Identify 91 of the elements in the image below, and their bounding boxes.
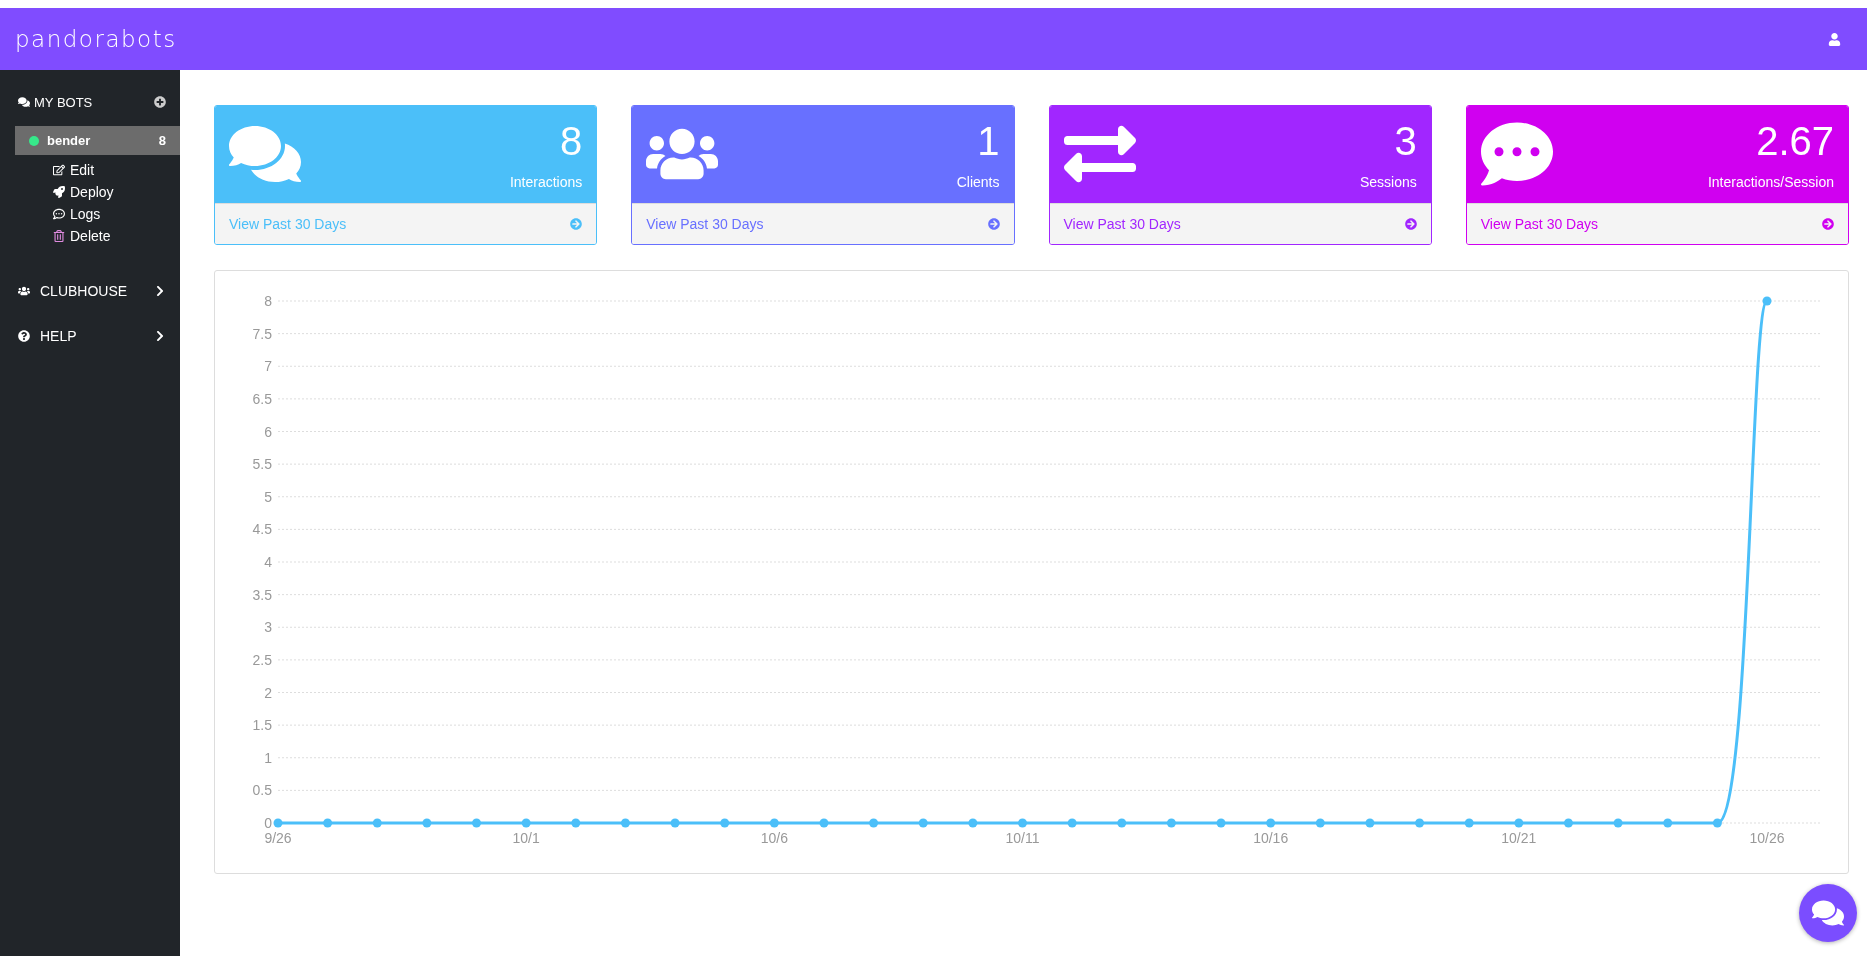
logo[interactable]: pandorabots (15, 26, 177, 52)
x-tick-label: 10/26 (1749, 830, 1785, 846)
stat-value: 8 (560, 118, 583, 164)
bot-action-link[interactable]: Logs (0, 203, 180, 225)
bot-count: 8 (158, 133, 166, 148)
add-icon[interactable] (154, 96, 166, 108)
data-point (273, 818, 283, 828)
y-tick-label: 6.5 (252, 390, 272, 407)
data-point (1712, 818, 1722, 828)
comment-icon (53, 208, 65, 220)
x-tick-label: 10/6 (760, 830, 788, 846)
data-point (323, 818, 333, 828)
data-point (769, 818, 779, 828)
data-point (819, 818, 829, 828)
data-point (1464, 818, 1474, 828)
arrow-right-icon (1404, 218, 1417, 230)
stat-value: 1 (977, 118, 1000, 164)
y-tick-label: 7.5 (252, 325, 272, 342)
view-link[interactable]: View Past 30 Days (632, 203, 1014, 244)
data-point (422, 818, 432, 828)
y-tick-label: 8 (264, 293, 272, 309)
x-tick-label: 10/21 (1501, 830, 1537, 846)
section-title: MY BOTS (34, 94, 93, 110)
arrow-right-icon (1822, 218, 1834, 230)
data-point (670, 818, 680, 828)
data-point (1415, 818, 1425, 828)
y-tick-label: 5 (264, 488, 272, 505)
y-tick-label: 7 (264, 358, 272, 375)
data-point (1663, 818, 1673, 828)
stat-value: 2.67 (1756, 118, 1834, 164)
y-tick-label: 4.5 (252, 521, 272, 538)
data-point (1762, 296, 1772, 306)
data-point (869, 818, 879, 828)
data-point (1613, 818, 1623, 828)
data-point (1216, 818, 1226, 828)
y-tick-label: 0 (264, 815, 272, 831)
data-point (1315, 818, 1325, 828)
bot-name: bender (47, 133, 92, 148)
speech-bubbles-icon (18, 96, 30, 108)
y-tick-label: 1.5 (252, 717, 272, 734)
stat-label: Interactions (509, 174, 583, 190)
data-point (1166, 818, 1176, 828)
data-point (1067, 818, 1077, 828)
nav-item[interactable]: CLUBHOUSE (0, 280, 180, 302)
data-point (1266, 818, 1276, 828)
user-icon[interactable] (1828, 32, 1841, 46)
data-point (1018, 818, 1027, 828)
x-tick-label: 10/16 (1253, 830, 1289, 846)
stat-value: 3 (1394, 118, 1417, 164)
y-tick-label: 3.5 (252, 586, 272, 603)
nav-item[interactable]: HELP (0, 325, 180, 347)
stat-label: Interactions/Session (1707, 174, 1834, 190)
y-tick-label: 2.5 (252, 651, 272, 668)
stat-label: Clients (956, 174, 1000, 190)
data-point (1514, 818, 1524, 828)
x-tick-label: 9/26 (264, 830, 292, 846)
y-tick-label: 6 (264, 423, 272, 440)
y-tick-label: 4 (264, 554, 272, 570)
bot-item[interactable]: bender 8 (15, 126, 180, 155)
bot-action-link[interactable]: Deploy (0, 181, 180, 203)
x-tick-label: 10/11 (1005, 830, 1040, 846)
y-tick-label: 0.5 (252, 782, 272, 799)
data-point (372, 818, 382, 828)
y-tick-label: 5.5 (252, 456, 272, 473)
y-tick-label: 3 (264, 619, 272, 636)
data-point (1117, 818, 1127, 828)
chat-button[interactable] (1799, 884, 1857, 942)
users-icon (18, 285, 30, 297)
bot-action-link[interactable]: Edit (0, 159, 180, 181)
y-tick-label: 1 (264, 749, 272, 766)
help-icon (18, 330, 30, 342)
stat-label: Sessions (1359, 174, 1417, 190)
data-point (1563, 818, 1573, 828)
edit-icon (53, 164, 65, 176)
trash-icon (53, 230, 65, 242)
data-point (571, 818, 581, 828)
data-point (472, 818, 482, 828)
data-point (521, 818, 531, 828)
x-tick-label: 10/1 (512, 830, 540, 846)
rocket-icon (53, 186, 65, 198)
view-link[interactable]: View Past 30 Days (1049, 203, 1431, 244)
data-point (1365, 818, 1375, 828)
arrow-right-icon (987, 218, 1000, 230)
data-point (620, 818, 630, 828)
arrow-right-icon (570, 218, 583, 230)
data-point (918, 818, 928, 828)
view-link[interactable]: View Past 30 Days (1466, 203, 1848, 244)
data-point (968, 818, 978, 828)
y-tick-label: 2 (264, 684, 272, 701)
data-point (720, 818, 730, 828)
bot-action-link[interactable]: Delete (0, 225, 180, 247)
